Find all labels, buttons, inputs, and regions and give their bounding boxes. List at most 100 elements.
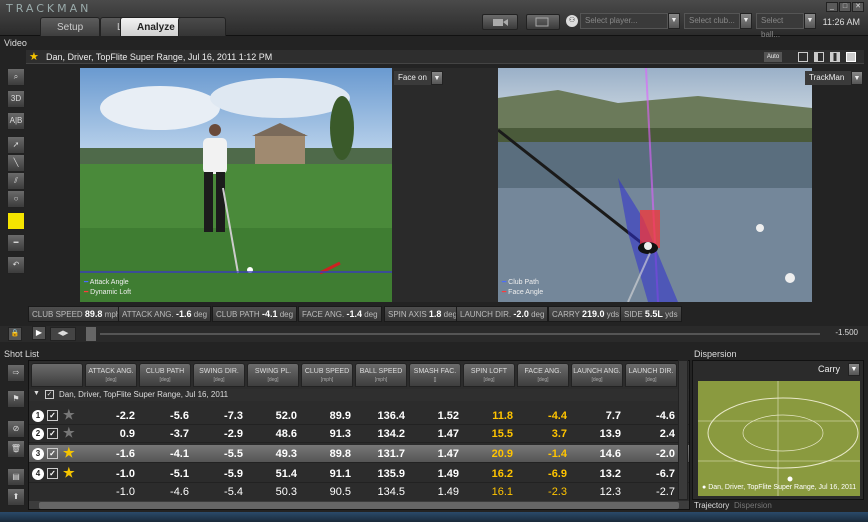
- minimize-button[interactable]: _: [826, 2, 838, 12]
- timeline-track[interactable]: [100, 333, 820, 335]
- column-header-face-angle[interactable]: FACE ANG. [deg]: [517, 363, 569, 387]
- column-header-ball-speed[interactable]: BALL SPEED [mph]: [355, 363, 407, 387]
- column-header-club-speed[interactable]: CLUB SPEED [mph]: [301, 363, 353, 387]
- favorite-star-icon[interactable]: ★: [63, 465, 75, 481]
- favorite-star-icon[interactable]: ★: [63, 445, 75, 461]
- monitor-icon: [535, 17, 549, 27]
- club-dropdown-icon[interactable]: ▼: [740, 13, 752, 29]
- average-cell: -1.0: [116, 486, 135, 498]
- shot-checkbox[interactable]: ✓: [47, 468, 58, 479]
- camera-view-dropdown-icon[interactable]: ▼: [431, 71, 443, 85]
- overlay-select[interactable]: TrackMan: [805, 71, 855, 85]
- column-header-club-path[interactable]: CLUB PATH [deg]: [139, 363, 191, 387]
- favorite-star-icon[interactable]: ★: [63, 425, 75, 441]
- upload-icon[interactable]: ⬆: [7, 488, 25, 506]
- table-cell: -5.9: [224, 468, 243, 480]
- circle-icon[interactable]: ○: [7, 190, 25, 208]
- player-select[interactable]: Select player...: [580, 13, 668, 29]
- undo-icon[interactable]: ↶: [7, 256, 25, 274]
- line-icon[interactable]: ╲: [7, 154, 25, 172]
- vertical-scrollbar[interactable]: [678, 360, 688, 500]
- lock-icon[interactable]: 🔒: [8, 327, 22, 341]
- single-layout-icon[interactable]: [798, 52, 808, 62]
- quad-layout-icon[interactable]: [846, 52, 856, 62]
- print-icon[interactable]: ▤: [7, 468, 25, 486]
- split-layout-icon[interactable]: [814, 52, 824, 62]
- table-cell: -5.6: [170, 410, 189, 422]
- table-row[interactable]: 4 ✓ ★ -1.0 -5.1 -5.9 51.4 91.1 135.9 1.49 16.2 -6.9…: [29, 465, 689, 483]
- maximize-button[interactable]: □: [839, 2, 851, 12]
- shot-checkbox[interactable]: ✓: [47, 410, 58, 421]
- column-header-swing-plane[interactable]: SWING PL. [deg]: [247, 363, 299, 387]
- monitor-button[interactable]: [526, 14, 560, 30]
- table-cell: 1.47: [437, 448, 459, 460]
- shot-checkbox[interactable]: ✓: [47, 428, 58, 439]
- average-cell: -2.3: [548, 486, 567, 498]
- step-buttons[interactable]: ◀▶: [50, 327, 76, 341]
- video-section-label: Video: [4, 38, 27, 48]
- line-width-icon[interactable]: ━: [7, 234, 25, 252]
- video-camera-button[interactable]: [482, 14, 518, 30]
- column-header-attack-angle[interactable]: ATTACK ANG. [deg]: [85, 363, 137, 387]
- column-header-smash-factor[interactable]: SMASH FAC.[]: [409, 363, 461, 387]
- param-attack-angle: ATTACK ANG. -1.6 deg: [118, 306, 212, 322]
- export-icon[interactable]: ⇨: [7, 364, 25, 382]
- table-row[interactable]: 3 ✓ ★ -1.6 -4.1 -5.5 49.3 89.8 131.7 1.47 20.9 -1.4…: [29, 445, 689, 463]
- filter-icon[interactable]: ⚑: [7, 390, 25, 408]
- table-cell: 15.5: [491, 428, 513, 440]
- zoom-icon[interactable]: ⌕: [7, 68, 25, 86]
- playback-time: -1.500: [835, 328, 858, 337]
- hide-icon[interactable]: ⊘: [7, 420, 25, 438]
- shot-number: 1: [32, 410, 44, 422]
- close-button[interactable]: ✕: [852, 2, 864, 12]
- ball-select[interactable]: Select ball...: [756, 13, 804, 39]
- auto-button[interactable]: Auto: [764, 52, 782, 62]
- column-header-launch-direction[interactable]: LAUNCH DIR. [deg]: [625, 363, 677, 387]
- dispersion-panel: Carry ▼ ● Dan, Driver, TopFlite Super Ra…: [692, 360, 864, 500]
- golfer-video-image: [80, 68, 392, 302]
- dynamic-loft-legend: ━ Dynamic Loft: [84, 289, 132, 296]
- shot-checkbox[interactable]: ✓: [47, 448, 58, 459]
- delete-icon[interactable]: 🗑: [7, 440, 25, 458]
- table-cell: -4.4: [548, 410, 567, 422]
- play-button[interactable]: ▶: [32, 326, 46, 340]
- star-icon[interactable]: ★: [29, 50, 39, 63]
- column-header-swing-direction[interactable]: SWING DIR. [deg]: [193, 363, 245, 387]
- table-cell: 16.2: [491, 468, 513, 480]
- average-cell: -2.7: [656, 486, 675, 498]
- dispersion-mode-dropdown-icon[interactable]: ▼: [848, 363, 860, 376]
- ab-button[interactable]: A|B: [7, 112, 25, 130]
- table-cell: 134.2: [377, 428, 405, 440]
- color-swatch-icon[interactable]: [7, 212, 25, 230]
- group-checkbox[interactable]: ✓: [45, 390, 54, 399]
- overlay-dropdown-icon[interactable]: ▼: [851, 71, 863, 85]
- pointer-icon[interactable]: ➚: [7, 136, 25, 154]
- tab-setup[interactable]: Setup: [40, 17, 101, 36]
- column-header-launch-angle[interactable]: LAUNCH ANG. [deg]: [571, 363, 623, 387]
- table-row[interactable]: 2 ✓ ★ 0.9 -3.7 -2.9 48.6 91.3 134.2 1.47 15.5 3.7 13…: [29, 425, 689, 443]
- collapse-icon[interactable]: ▼: [33, 390, 40, 397]
- timeline-handle[interactable]: [86, 327, 96, 341]
- horizontal-scrollbar[interactable]: [29, 501, 689, 509]
- club-select[interactable]: Select club...: [684, 13, 740, 29]
- face-angle-legend: ━ Face Angle: [502, 289, 544, 296]
- dispersion-map[interactable]: ● Dan, Driver, TopFlite Super Range, Jul…: [698, 381, 860, 496]
- dispersion-mode-select[interactable]: Carry: [818, 364, 840, 374]
- player-dropdown-icon[interactable]: ▼: [668, 13, 680, 29]
- column-header-spin-loft[interactable]: SPIN LOFT [deg]: [463, 363, 515, 387]
- shot-number: 4: [32, 468, 44, 480]
- tab-trajectory[interactable]: Trajectory: [694, 501, 729, 510]
- favorite-star-icon[interactable]: ★: [63, 407, 75, 423]
- 3d-button[interactable]: 3D: [7, 90, 25, 108]
- scrollbar-thumb[interactable]: [39, 502, 679, 509]
- face-on-video[interactable]: ━ Attack Angle ━ Dynamic Loft: [80, 68, 392, 302]
- param-face-angle: FACE ANG. -1.4 deg: [298, 306, 382, 322]
- table-cell: -1.6: [116, 448, 135, 460]
- trackman-video[interactable]: ━ Club Path ━ Face Angle: [498, 68, 812, 302]
- tab-dispersion[interactable]: Dispersion: [734, 501, 772, 510]
- ball-dropdown-icon[interactable]: ▼: [804, 13, 816, 29]
- triple-layout-icon[interactable]: [830, 52, 840, 62]
- double-line-icon[interactable]: ⫽: [7, 172, 25, 190]
- shot-group-row[interactable]: ▼ ✓ Dan, Driver, TopFlite Super Range, J…: [29, 389, 689, 401]
- table-row[interactable]: 1 ✓ ★ -2.2 -5.6 -7.3 52.0 89.9 136.4 1.52 11.8 -4.4…: [29, 407, 689, 425]
